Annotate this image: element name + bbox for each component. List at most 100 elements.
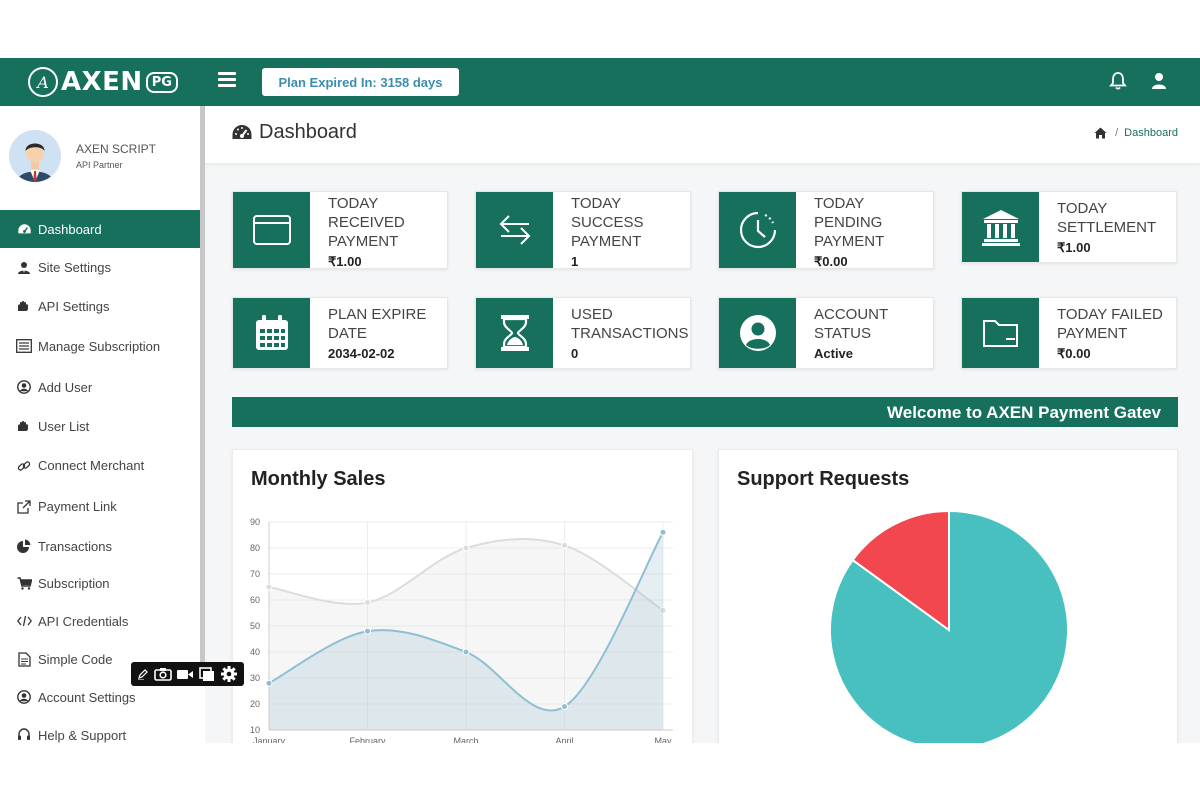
- sidebar-item-label: Transactions: [38, 538, 112, 554]
- calendar-icon: [233, 298, 310, 368]
- pencil-icon[interactable]: [137, 668, 149, 680]
- bell-icon[interactable]: [1108, 71, 1128, 91]
- sidebar-item-manage-subscription[interactable]: Manage Subscription: [0, 325, 200, 367]
- support-requests-panel: Support Requests: [718, 449, 1178, 743]
- logo-mark-icon: A: [28, 67, 58, 97]
- stat-card-plan-expire-date: PLAN EXPIRE DATE 2034-02-02: [232, 297, 448, 369]
- stat-card-today-settlement: TODAY SETTLEMENT ₹1.00: [961, 191, 1177, 263]
- x-tick-label: February: [349, 736, 386, 743]
- y-tick-label: 50: [250, 621, 260, 631]
- gauge-icon: [232, 124, 252, 139]
- stat-card-value: 1: [571, 254, 579, 269]
- stat-card-value: ₹1.00: [1057, 240, 1091, 255]
- y-tick-label: 60: [250, 595, 260, 605]
- pie-icon: [16, 538, 32, 554]
- series-point-1: [364, 599, 371, 607]
- y-tick-label: 70: [250, 569, 260, 579]
- monthly-sales-panel: Monthly Sales 10 20 30 40 50 60 70 80 90 January F…: [232, 449, 693, 743]
- stat-card-today-pending-payment: TODAY PENDING PAYMENT ₹0.00: [718, 191, 934, 269]
- list-icon: [16, 338, 32, 354]
- sidebar-item-api-settings[interactable]: API Settings: [0, 287, 200, 325]
- marquee-text: Welcome to AXEN Payment Gatev: [887, 403, 1161, 422]
- user-circle-icon: [16, 689, 32, 705]
- brand-logo[interactable]: A AXEN PG: [28, 66, 178, 98]
- sidebar-item-label: Site Settings: [38, 260, 111, 275]
- series-point-1: [265, 583, 273, 591]
- folder-minus-icon: [962, 298, 1039, 368]
- sidebar: AXEN SCRIPT API Partner Dashboard Site Se…: [0, 106, 205, 743]
- sidebar-item-label: Help & Support: [38, 727, 127, 743]
- x-tick-label: January: [253, 736, 286, 743]
- gear-icon[interactable]: [220, 665, 238, 683]
- series-point-2: [659, 528, 667, 536]
- floating-toolbar: [131, 662, 244, 686]
- camera-icon[interactable]: [154, 667, 172, 681]
- sidebar-item-label: Payment Link: [38, 499, 117, 514]
- sidebar-item-label: Account Settings: [38, 689, 136, 705]
- x-tick-label: May: [654, 736, 672, 743]
- stat-card-used-transactions: USED TRANSACTIONS 0: [475, 297, 691, 369]
- logo-text: AXEN: [61, 67, 143, 97]
- sidebar-item-label: User List: [38, 418, 90, 434]
- top-navbar: A AXEN PG Plan Expired In: 3158 days: [0, 58, 1200, 106]
- page-title-text: Dashboard: [259, 121, 357, 143]
- logo-badge: PG: [145, 71, 178, 93]
- sidebar-item-label: Add User: [38, 379, 93, 395]
- window-icon[interactable]: [199, 666, 215, 682]
- sidebar-item-connect-merchant[interactable]: Connect Merchant: [0, 445, 200, 486]
- stat-card-label: USED TRANSACTIONS: [571, 306, 689, 342]
- user-tie-icon: [16, 260, 32, 276]
- sidebar-item-dashboard[interactable]: Dashboard: [0, 210, 200, 248]
- stat-card-today-success-payment: TODAY SUCCESS PAYMENT 1: [475, 191, 691, 269]
- stat-card-label: TODAY PENDING PAYMENT: [814, 195, 885, 250]
- sidebar-item-user-list[interactable]: User List: [0, 407, 200, 445]
- stat-card-label: ACCOUNT STATUS: [814, 306, 888, 342]
- wallet-icon: [233, 192, 310, 268]
- stat-card-value: 0: [571, 346, 579, 361]
- series-point-1: [462, 544, 470, 552]
- plan-expiry-badge: Plan Expired In: 3158 days: [262, 68, 459, 96]
- sidebar-item-subscription[interactable]: Subscription: [0, 565, 200, 602]
- user-icon[interactable]: [1149, 71, 1169, 91]
- y-tick-label: 10: [250, 725, 260, 735]
- sidebar-item-label: API Credentials: [38, 613, 129, 629]
- sidebar-item-help-support[interactable]: Help & Support: [0, 716, 200, 743]
- home-icon[interactable]: [1094, 127, 1107, 139]
- sidebar-item-label: API Settings: [38, 298, 110, 314]
- hand-icon: [16, 418, 32, 434]
- menu-toggle-icon[interactable]: [218, 72, 236, 87]
- bank-icon: [962, 192, 1039, 262]
- profile-role: API Partner: [76, 160, 123, 170]
- sidebar-item-payment-link[interactable]: Payment Link: [0, 486, 200, 527]
- exchange-icon: [476, 192, 553, 268]
- stat-card-label: TODAY FAILED PAYMENT: [1057, 306, 1163, 342]
- sidebar-item-label: Dashboard: [38, 221, 102, 237]
- external-link-icon: [16, 499, 32, 515]
- avatar: [9, 130, 61, 182]
- y-tick-label: 30: [250, 673, 260, 683]
- stat-card-label: PLAN EXPIRE DATE: [328, 306, 427, 342]
- sidebar-item-add-user[interactable]: Add User: [0, 367, 200, 407]
- breadcrumb-current[interactable]: Dashboard: [1124, 127, 1178, 139]
- video-icon[interactable]: [176, 668, 194, 681]
- sidebar-item-site-settings[interactable]: Site Settings: [0, 248, 200, 287]
- series-point-2: [265, 679, 273, 687]
- y-tick-label: 80: [250, 543, 260, 553]
- sidebar-item-label: Connect Merchant: [38, 458, 145, 473]
- x-tick-label: April: [555, 736, 573, 743]
- stat-card-label: TODAY SUCCESS PAYMENT: [571, 195, 644, 250]
- sidebar-item-transactions[interactable]: Transactions: [0, 527, 200, 565]
- y-tick-label: 40: [250, 647, 260, 657]
- sidebar-item-api-credentials[interactable]: API Credentials: [0, 602, 200, 640]
- support-requests-chart: [829, 509, 1069, 743]
- sidebar-item-label: Manage Subscription: [38, 338, 161, 354]
- profile-block: AXEN SCRIPT API Partner: [9, 130, 156, 182]
- page-title: Dashboard: [231, 121, 357, 144]
- sidebar-item-label: Simple Code: [38, 651, 113, 667]
- app-frame: A AXEN PG Plan Expired In: 3158 days AXE…: [0, 58, 1200, 743]
- profile-name: AXEN SCRIPT: [76, 142, 157, 156]
- stat-card-value: ₹0.00: [1057, 346, 1091, 361]
- sidebar-scrollbar[interactable]: [200, 106, 205, 666]
- hand-icon: [16, 298, 32, 314]
- breadcrumb: / Dashboard: [1094, 127, 1178, 139]
